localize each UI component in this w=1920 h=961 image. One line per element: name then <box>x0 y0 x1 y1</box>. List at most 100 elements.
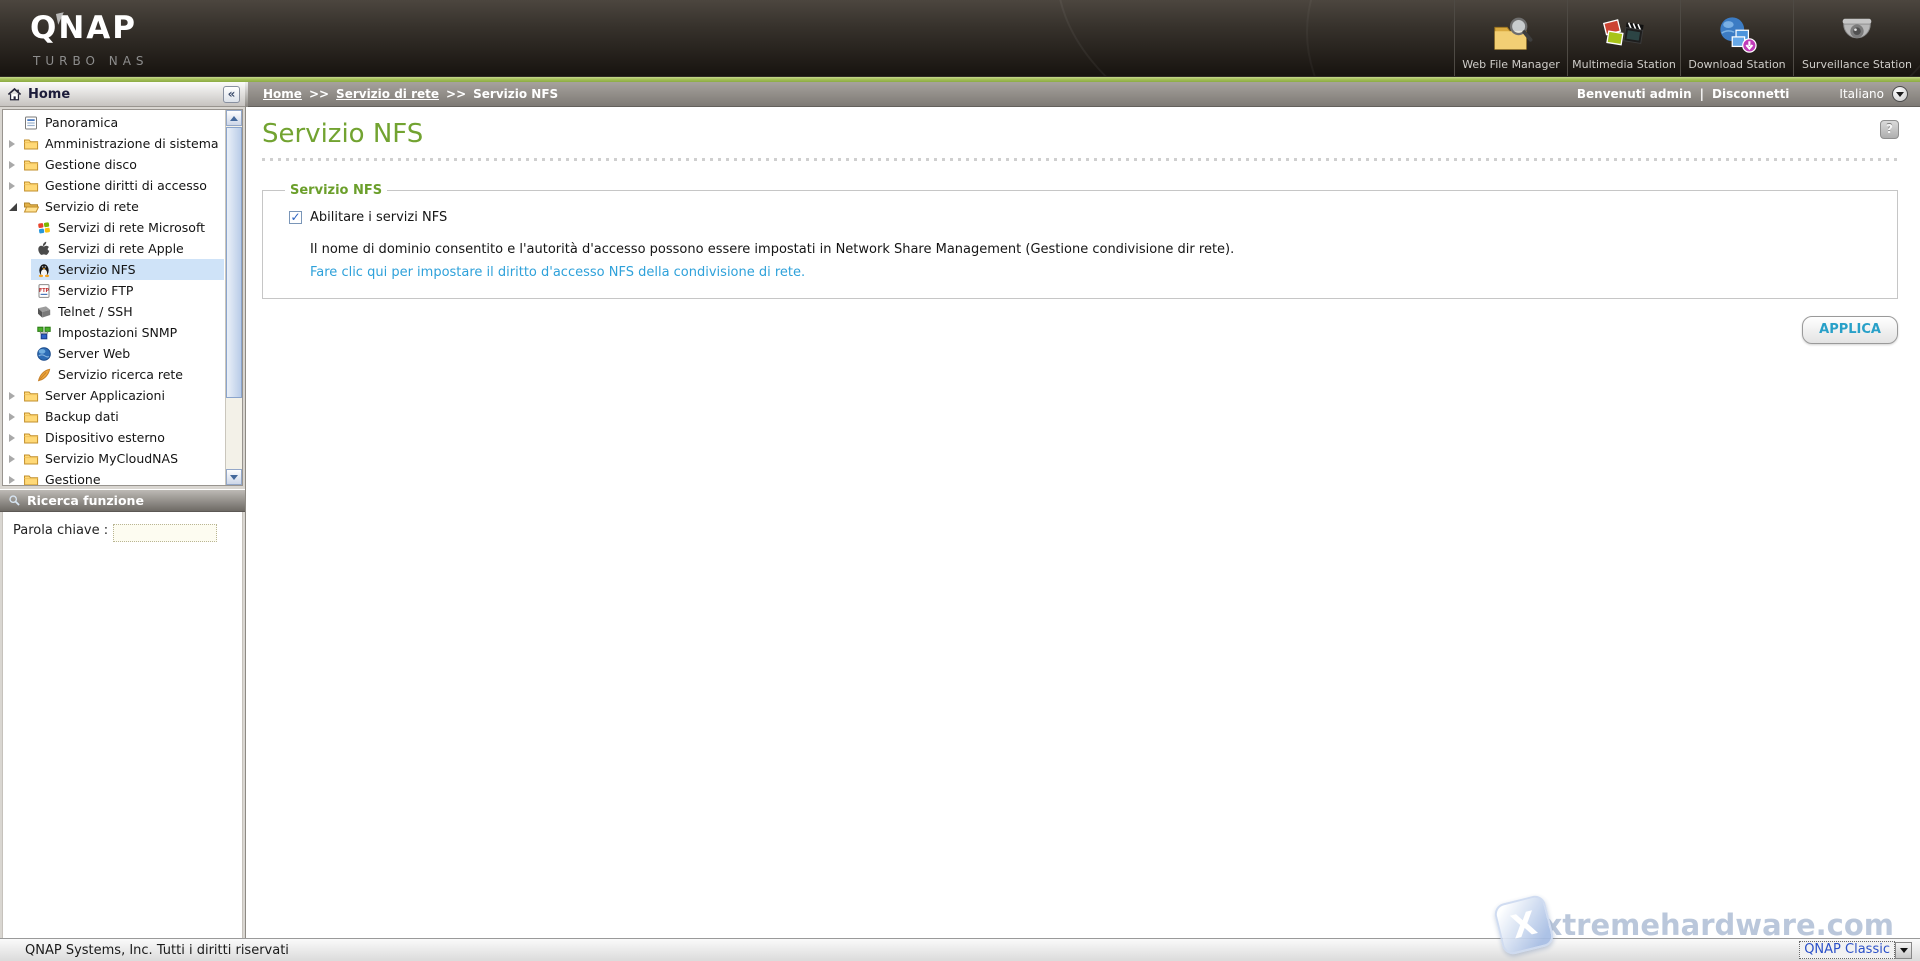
expand-arrow-icon[interactable] <box>9 160 15 169</box>
sidebar-item-diritti-accesso[interactable]: Gestione diritti di accesso <box>3 175 224 196</box>
download-station-icon <box>1714 15 1760 55</box>
sidebar-item-gestione[interactable]: Gestione <box>3 469 224 487</box>
theme-selector[interactable]: QNAP Classic <box>1799 941 1912 959</box>
breadcrumb-separator: >> <box>446 87 467 101</box>
brand-block: QNAP TURBO NAS <box>0 0 149 76</box>
scrollbar-track[interactable] <box>226 126 242 469</box>
expand-arrow-icon[interactable] <box>9 412 15 421</box>
qnap-logo: QNAP <box>30 10 138 46</box>
sidebar-item-servizio-ftp[interactable]: Servizio FTP <box>3 280 224 301</box>
sidebar-item-rete-apple[interactable]: Servizi di rete Apple <box>3 238 224 259</box>
search-icon <box>8 494 21 507</box>
chevron-down-icon <box>1896 91 1904 101</box>
status-bar: QNAP Systems, Inc. Tutti i diritti riser… <box>0 938 1920 961</box>
sidebar-item-gestione-disco[interactable]: Gestione disco <box>3 154 224 175</box>
globe-icon <box>36 346 52 362</box>
linux-icon <box>36 262 52 278</box>
sidebar-item-server-applicazioni[interactable]: Server Applicazioni <box>3 385 224 406</box>
app-header: QNAP TURBO NAS Web File Manager Multimed… <box>0 0 1920 76</box>
qnap-admin-app: QNAP TURBO NAS Web File Manager Multimed… <box>0 0 1920 961</box>
sidebar-item-ricerca-rete[interactable]: Servizio ricerca rete <box>3 364 224 385</box>
welcome-text: Benvenuti admin <box>1576 87 1692 101</box>
help-button[interactable]: ? <box>1880 120 1899 139</box>
station-surveillance[interactable]: Surveillance Station <box>1793 0 1920 76</box>
breadcrumb-home[interactable]: Home <box>263 87 302 101</box>
main-row: Panoramica Amministrazione di sistema Ge… <box>0 107 1920 938</box>
breadcrumb-servizio-di-rete[interactable]: Servizio di rete <box>336 87 439 101</box>
keyword-label: Parola chiave : <box>13 523 109 538</box>
scrollbar-thumb[interactable] <box>226 127 242 398</box>
multimedia-station-icon <box>1601 15 1647 55</box>
sidebar-item-amministrazione[interactable]: Amministrazione di sistema <box>3 133 224 154</box>
theme-dropdown-button[interactable] <box>1895 941 1912 959</box>
enable-nfs-label: Abilitare i servizi NFS <box>310 210 448 225</box>
breadcrumb: Home >> Servizio di rete >> Servizio NFS… <box>248 82 1920 107</box>
folder-open-icon <box>23 199 39 215</box>
sidebar-item-rete-microsoft[interactable]: Servizi di rete Microsoft <box>3 217 224 238</box>
folder-icon <box>23 472 39 487</box>
station-label: Download Station <box>1688 58 1786 71</box>
sidebar-item-server-web[interactable]: Server Web <box>3 343 224 364</box>
sidebar-item-servizio-di-rete[interactable]: Servizio di rete <box>3 196 224 217</box>
nfs-service-section: Servizio NFS Abilitare i servizi NFS Il … <box>262 183 1898 299</box>
sidebar-item-dispositivo-esterno[interactable]: Dispositivo esterno <box>3 427 224 448</box>
expand-arrow-icon[interactable] <box>9 391 15 400</box>
dotted-divider <box>262 158 1898 161</box>
overview-icon <box>23 115 39 131</box>
folder-icon <box>23 451 39 467</box>
windows-icon <box>36 220 52 236</box>
sidebar-item-telnet-ssh[interactable]: Telnet / SSH <box>3 301 224 322</box>
expand-arrow-icon[interactable] <box>9 139 15 148</box>
station-multimedia[interactable]: Multimedia Station <box>1567 0 1680 76</box>
scroll-up-button[interactable] <box>226 110 242 126</box>
enable-nfs-row: Abilitare i servizi NFS <box>289 210 1883 225</box>
sidebar-item-snmp[interactable]: Impostazioni SNMP <box>3 322 224 343</box>
expand-arrow-icon[interactable] <box>9 454 15 463</box>
folder-icon <box>23 136 39 152</box>
breadcrumb-separator: >> <box>308 87 330 101</box>
nfs-access-rights-link[interactable]: Fare clic qui per impostare il diritto d… <box>310 265 805 280</box>
expand-arrow-icon[interactable] <box>9 181 15 190</box>
station-label: Web File Manager <box>1462 58 1560 71</box>
sidebar-header: Home « <box>0 82 245 107</box>
language-label: Italiano <box>1839 87 1884 101</box>
sidebar: Panoramica Amministrazione di sistema Ge… <box>0 107 245 938</box>
separator-pipe: | <box>1699 87 1705 101</box>
function-search-panel: Parola chiave : <box>2 512 243 938</box>
breadcrumb-current: Servizio NFS <box>473 87 559 101</box>
nfs-description: Il nome di dominio consentito e l'autori… <box>310 242 1235 257</box>
snmp-icon <box>36 325 52 341</box>
logout-link[interactable]: Disconnetti <box>1712 87 1789 101</box>
section-legend: Servizio NFS <box>290 183 383 198</box>
sidebar-item-panoramica[interactable]: Panoramica <box>3 112 224 133</box>
telnet-icon <box>36 304 52 320</box>
language-dropdown-button[interactable] <box>1892 86 1908 102</box>
expand-arrow-icon[interactable] <box>9 475 15 484</box>
scroll-down-button[interactable] <box>226 469 242 485</box>
sidebar-item-mycloudnas[interactable]: Servizio MyCloudNAS <box>3 448 224 469</box>
sidebar-item-servizio-nfs[interactable]: Servizio NFS <box>3 259 224 280</box>
nav-tree: Panoramica Amministrazione di sistema Ge… <box>3 110 242 487</box>
apply-button[interactable]: APPLICA <box>1802 316 1898 344</box>
apple-icon <box>36 241 52 257</box>
copyright-text: QNAP Systems, Inc. Tutti i diritti riser… <box>25 942 289 958</box>
sidebar-item-backup-dati[interactable]: Backup dati <box>3 406 224 427</box>
arrow-down-icon <box>230 474 238 484</box>
apply-row: APPLICA <box>262 316 1898 344</box>
feather-icon <box>36 367 52 383</box>
station-download[interactable]: Download Station <box>1680 0 1793 76</box>
content-area: ? Servizio NFS Servizio NFS Abilitare i … <box>245 107 1920 938</box>
keyword-input[interactable] <box>113 524 218 542</box>
collapse-arrow-icon[interactable] <box>9 202 17 211</box>
enable-nfs-checkbox[interactable] <box>289 211 302 224</box>
function-search-title: Ricerca funzione <box>27 493 144 508</box>
function-search-header: Ricerca funzione <box>0 489 245 512</box>
sidebar-collapse-button[interactable]: « <box>223 85 240 103</box>
station-web-file-manager[interactable]: Web File Manager <box>1454 0 1567 76</box>
web-file-manager-icon <box>1488 15 1534 55</box>
theme-selected-value[interactable]: QNAP Classic <box>1799 941 1895 959</box>
folder-icon <box>23 430 39 446</box>
expand-arrow-icon[interactable] <box>9 433 15 442</box>
session-area: Benvenuti admin | Disconnetti Italiano <box>1577 86 1908 102</box>
page-title: Servizio NFS <box>262 119 424 149</box>
